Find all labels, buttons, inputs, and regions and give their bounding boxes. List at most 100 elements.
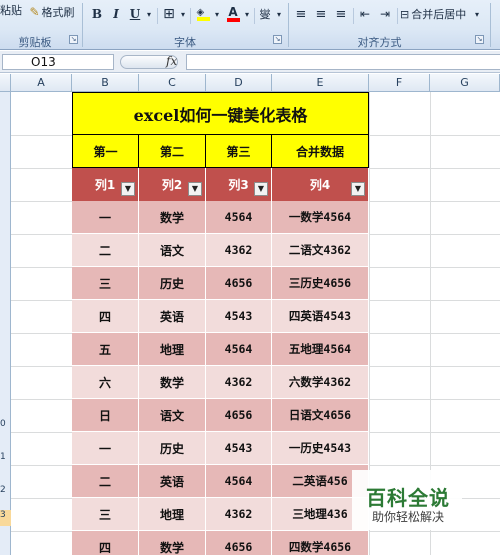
decrease-indent-icon[interactable]: ⇤ [356,4,374,24]
merged-cell[interactable]: 四数学4656 [272,531,369,555]
day-cell[interactable]: 一 [72,432,139,465]
merged-cell[interactable]: 四英语4543 [272,300,369,333]
name-box[interactable]: O13 [2,54,114,70]
filter-header-col2[interactable]: 列2 ▼ [139,168,206,201]
subject-cell[interactable]: 数学 [139,201,206,234]
table-title-cell[interactable]: excel如何一键美化表格 [72,92,369,135]
subject-cell[interactable]: 地理 [139,333,206,366]
number-cell[interactable]: 4564 [206,201,272,234]
row-header[interactable]: 1 [0,452,11,462]
increase-indent-icon[interactable]: ⇥ [376,4,394,24]
borders-icon[interactable]: ⊞ [160,4,178,24]
number-cell[interactable]: 4362 [206,498,272,531]
formula-input[interactable] [186,54,500,70]
align-right-icon[interactable]: ≡ [332,4,350,24]
filter-header-col3[interactable]: 列3 ▼ [206,168,272,201]
filter-dropdown-icon[interactable]: ▼ [188,182,202,196]
subject-cell[interactable]: 语文 [139,234,206,267]
merged-cell[interactable]: 二语文4362 [272,234,369,267]
number-cell[interactable]: 4564 [206,333,272,366]
formula-bar: O13 fx [0,51,500,73]
font-dialog-launcher[interactable]: ↘ [273,35,282,44]
header-cell-third[interactable]: 第三 [206,135,272,168]
row-header[interactable]: 2 [0,485,11,495]
subject-cell[interactable]: 语文 [139,399,206,432]
filter-dropdown-icon[interactable]: ▼ [121,182,135,196]
number-cell[interactable]: 4543 [206,300,272,333]
font-color-icon[interactable]: A [224,4,242,24]
day-cell[interactable]: 四 [72,531,139,555]
day-cell[interactable]: 日 [72,399,139,432]
bold-button[interactable]: B [88,4,106,24]
filter-dropdown-icon[interactable]: ▼ [254,182,268,196]
number-cell[interactable]: 4362 [206,234,272,267]
merged-cell[interactable]: 一数学4564 [272,201,369,234]
column-header-g[interactable]: G [430,74,500,92]
day-cell[interactable]: 三 [72,498,139,531]
fill-color-dropdown[interactable]: ▾ [212,4,222,24]
number-cell[interactable]: 4656 [206,399,272,432]
row-header-selected[interactable]: 3 [0,510,11,526]
column-header-f[interactable]: F [369,74,430,92]
watermark-title: 百科全说 [366,486,450,510]
align-center-icon[interactable]: ≡ [312,4,330,24]
align-left-icon[interactable]: ≡ [292,4,310,24]
underline-dropdown[interactable]: ▾ [144,4,154,24]
filter-header-col1[interactable]: 列1 ▼ [72,168,139,201]
header-cell-merged[interactable]: 合并数据 [272,135,369,168]
column-header-c[interactable]: C [139,74,206,92]
column-header-d[interactable]: D [206,74,272,92]
select-all-corner[interactable] [0,74,11,92]
day-cell[interactable]: 四 [72,300,139,333]
borders-dropdown[interactable]: ▾ [178,4,188,24]
font-color-dropdown[interactable]: ▾ [242,4,252,24]
subject-cell[interactable]: 历史 [139,432,206,465]
number-cell[interactable]: 4656 [206,531,272,555]
merged-cell[interactable]: 三历史4656 [272,267,369,300]
subject-cell[interactable]: 地理 [139,498,206,531]
day-cell[interactable]: 六 [72,366,139,399]
day-cell[interactable]: 一 [72,201,139,234]
day-cell[interactable]: 二 [72,234,139,267]
merge-center-dropdown[interactable]: ▾ [472,4,482,24]
column-header-a[interactable]: A [11,74,72,92]
insert-function-button[interactable]: fx [166,54,177,68]
underline-button[interactable]: U [126,4,144,24]
number-cell[interactable]: 4564 [206,465,272,498]
filter-header-label: 列1 [94,178,116,192]
day-cell[interactable]: 三 [72,267,139,300]
subject-cell[interactable]: 英语 [139,300,206,333]
row-header[interactable]: 0 [0,419,11,429]
merge-center-button[interactable]: ⊟ 合并后居中 [400,4,482,24]
subject-cell[interactable]: 英语 [139,465,206,498]
italic-button[interactable]: I [107,4,125,24]
subject-cell[interactable]: 数学 [139,366,206,399]
format-painter-button[interactable]: ✎ 格式刷 [26,2,78,22]
header-cell-first[interactable]: 第一 [72,135,139,168]
day-cell[interactable]: 五 [72,333,139,366]
number-cell[interactable]: 4543 [206,432,272,465]
header-cell-second[interactable]: 第二 [139,135,206,168]
phonetic-guide-icon[interactable]: 燮 [256,4,274,24]
separator [254,8,255,24]
separator [157,8,158,24]
column-header-e[interactable]: E [272,74,369,92]
merged-cell[interactable]: 一历史4543 [272,432,369,465]
merged-cell[interactable]: 六数学4362 [272,366,369,399]
merged-cell[interactable]: 日语文4656 [272,399,369,432]
day-cell[interactable]: 二 [72,465,139,498]
clipboard-group-label: 剪贴板 [18,36,52,49]
filter-dropdown-icon[interactable]: ▼ [351,182,365,196]
subject-cell[interactable]: 历史 [139,267,206,300]
clipboard-dialog-launcher[interactable]: ↘ [69,35,78,44]
column-header-b[interactable]: B [72,74,139,92]
merged-cell[interactable]: 五地理4564 [272,333,369,366]
number-cell[interactable]: 4362 [206,366,272,399]
number-cell[interactable]: 4656 [206,267,272,300]
phonetic-dropdown[interactable]: ▾ [274,4,284,24]
filter-header-col4[interactable]: 列4 ▼ [272,168,369,201]
fill-color-icon[interactable]: ◈ [194,4,212,24]
paste-button[interactable]: 粘贴 [0,2,22,18]
subject-cell[interactable]: 数学 [139,531,206,555]
alignment-dialog-launcher[interactable]: ↘ [475,35,484,44]
